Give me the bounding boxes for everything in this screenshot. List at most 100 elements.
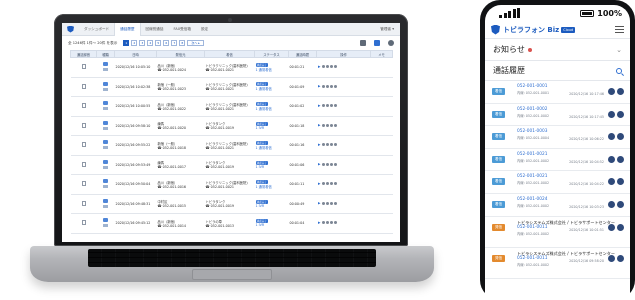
table-row[interactable]: 2020/12/16 10:05:10 品川（新宿） ☎ 052-001-0024 ト… (70, 57, 393, 78)
tab-fax-inbox[interactable]: FAX受信箱 (169, 23, 196, 36)
document-icon[interactable] (81, 220, 86, 226)
play-icon[interactable] (608, 155, 615, 163)
download-icon[interactable] (321, 221, 325, 225)
info-icon[interactable] (617, 110, 624, 118)
recording-cell[interactable] (70, 174, 97, 195)
memo-cell[interactable] (370, 57, 393, 78)
memo-cell[interactable] (370, 135, 393, 156)
list-item[interactable]: 着信 052-001-0021 内線: 052-001-0002 2020/12/16… (485, 149, 630, 172)
chart-icon[interactable] (329, 162, 333, 166)
chart-icon[interactable] (329, 201, 333, 205)
edit-icon[interactable] (333, 65, 337, 69)
play-icon[interactable] (608, 88, 615, 95)
table-row[interactable]: 2020/12/16 09:48:31 中村区 ☎ 052-001-0015 トビラタ… (70, 194, 393, 214)
edit-icon[interactable] (333, 104, 337, 108)
edit-icon[interactable] (333, 182, 337, 186)
gear-icon[interactable] (388, 40, 394, 46)
recording-cell[interactable] (70, 213, 97, 234)
share-icon[interactable] (325, 104, 329, 108)
list-item[interactable]: 着信 052-001-0001 内線: 052-001-0001 2020/12/16… (485, 81, 630, 104)
table-row[interactable]: 2020/12/16 09:45:12 品川（新宿） ☎ 052-001-0014 ト… (70, 213, 393, 234)
play-icon[interactable] (608, 200, 615, 208)
user-menu[interactable]: 管理者 ▾ (380, 27, 400, 32)
column-header[interactable]: メモ (370, 50, 393, 58)
download-icon[interactable] (321, 104, 325, 108)
document-icon[interactable] (81, 142, 86, 148)
play-icon[interactable] (317, 65, 321, 69)
info-icon[interactable] (617, 88, 624, 95)
table-row[interactable]: 2020/12/16 09:55:22 新宿（一般） ☎ 052-001-0018 ト… (70, 135, 393, 156)
share-icon[interactable] (325, 182, 329, 186)
list-item[interactable]: 発信 トビラシステムズ株式会社 / トビラサポートセンター 052-001-0011… (485, 248, 630, 279)
tab-settings[interactable]: 設定 (196, 23, 213, 36)
recording-cell[interactable] (70, 135, 97, 156)
info-icon[interactable] (617, 155, 624, 163)
share-icon[interactable] (325, 84, 329, 88)
next-page-button[interactable]: 次へ ▸ (187, 40, 204, 46)
edit-icon[interactable] (333, 143, 337, 147)
list-item[interactable]: 着信 052-001-0002 内線: 052-001-0002 2020/12/16… (485, 104, 630, 127)
list-item[interactable]: 発信 トビラシステムズ株式会社 / トビラサポートセンター 052-001-0011… (485, 217, 630, 248)
list-item[interactable]: 着信 052-001-0021 内線: 052-001-0002 2020/12/16… (485, 171, 630, 194)
play-icon[interactable] (608, 254, 615, 262)
share-icon[interactable] (325, 65, 329, 69)
edit-icon[interactable] (333, 221, 337, 225)
list-item[interactable]: 着信 052-001-0024 内線: 052-001-0002 2020/12/16… (485, 194, 630, 217)
document-icon[interactable] (81, 103, 86, 109)
download-icon[interactable] (321, 162, 325, 166)
search-icon[interactable] (616, 67, 622, 74)
recording-cell[interactable] (70, 116, 97, 136)
list-view-icon[interactable] (360, 40, 366, 46)
memo-cell[interactable] (370, 174, 393, 195)
page-button[interactable]: 2 (131, 40, 138, 46)
chart-icon[interactable] (329, 221, 333, 225)
tab-call-history[interactable]: 通話履歴 (114, 23, 141, 36)
memo-cell[interactable] (370, 116, 393, 136)
play-icon[interactable] (317, 104, 321, 108)
page-button[interactable]: 1 (123, 40, 130, 46)
edit-icon[interactable] (333, 162, 337, 166)
play-icon[interactable] (317, 182, 321, 186)
play-icon[interactable] (317, 221, 321, 225)
column-header[interactable]: 発信元 (156, 50, 205, 58)
table-row[interactable]: 2020/12/16 09:58:10 練馬 ☎ 052-001-0020 トビラタン… (70, 116, 393, 136)
download-icon[interactable] (321, 182, 325, 186)
list-item[interactable]: 着信 052-001-0003 内線: 052-001-0004 2020/12/16… (485, 126, 630, 149)
document-icon[interactable] (81, 200, 86, 206)
edit-icon[interactable] (333, 84, 337, 88)
memo-cell[interactable] (370, 155, 393, 175)
document-icon[interactable] (81, 64, 86, 70)
page-button[interactable]: 4 (147, 40, 154, 46)
recording-cell[interactable] (70, 57, 97, 78)
document-icon[interactable] (81, 161, 86, 167)
share-icon[interactable] (325, 162, 329, 166)
download-icon[interactable] (321, 123, 325, 127)
share-icon[interactable] (325, 123, 329, 127)
chart-icon[interactable] (329, 65, 333, 69)
column-header[interactable]: 着信 (204, 50, 255, 58)
document-icon[interactable] (81, 181, 86, 187)
tab-dashboard[interactable]: ダッシュボード (79, 23, 114, 36)
document-icon[interactable] (81, 83, 86, 89)
page-button[interactable]: 6 (163, 40, 170, 46)
recording-cell[interactable] (70, 96, 97, 117)
document-icon[interactable] (81, 122, 86, 128)
share-icon[interactable] (325, 143, 329, 147)
play-icon[interactable] (608, 223, 615, 231)
share-icon[interactable] (325, 221, 329, 225)
download-icon[interactable] (321, 201, 325, 205)
recording-cell[interactable] (70, 194, 97, 214)
chart-icon[interactable] (329, 182, 333, 186)
tag-icon[interactable] (374, 40, 380, 46)
notice-section[interactable]: お知らせ ⌄ (485, 39, 630, 61)
info-icon[interactable] (617, 200, 624, 208)
memo-cell[interactable] (370, 96, 393, 117)
tab-line-calls[interactable]: 回線別通話 (141, 23, 169, 36)
hamburger-menu-icon[interactable] (615, 26, 624, 33)
page-button[interactable]: 8 (179, 40, 186, 46)
play-icon[interactable] (317, 84, 321, 88)
share-icon[interactable] (325, 201, 329, 205)
chart-icon[interactable] (329, 84, 333, 88)
recording-cell[interactable] (70, 77, 97, 97)
page-button[interactable]: 5 (155, 40, 162, 46)
